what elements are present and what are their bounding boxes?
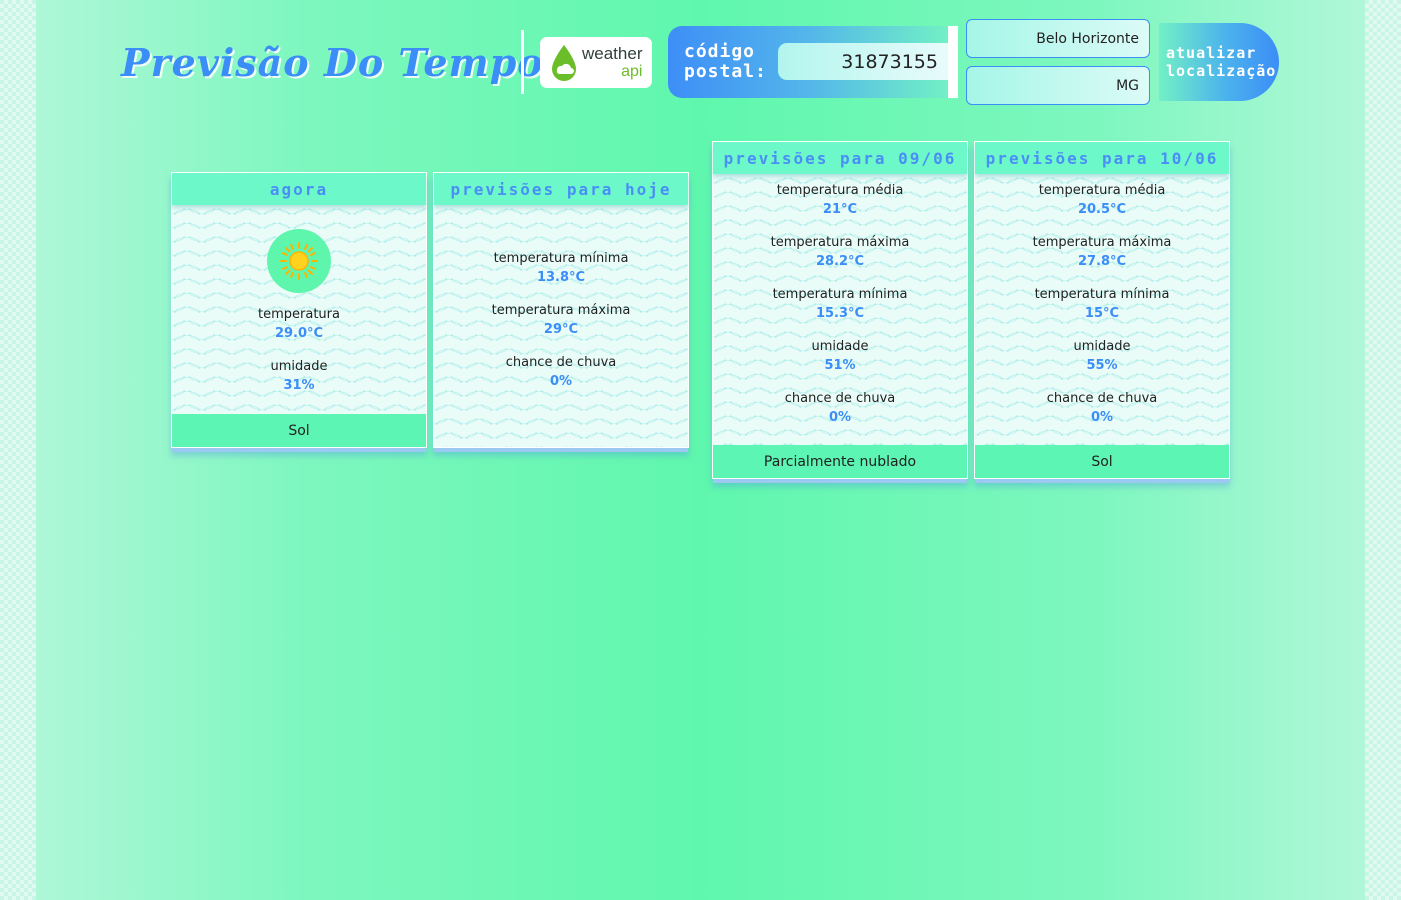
metric-humidity: umidade 31% <box>172 358 426 394</box>
logo-text-weather: weather <box>582 44 643 63</box>
metric-label: temperatura máxima <box>491 303 631 318</box>
weather-drop-icon <box>552 44 576 81</box>
metric-humidity: umidade 55% <box>975 338 1229 374</box>
metric-value: 0% <box>828 410 852 425</box>
postal-code-label-line2: postal: <box>684 61 767 82</box>
metric-value: 15.3°C <box>815 306 865 321</box>
card-day2-title: previsões para 10/06 <box>975 142 1229 174</box>
postal-code-label-line1: código <box>684 41 756 62</box>
update-location-label-line1: atualizar <box>1166 44 1257 62</box>
metric-value: 55% <box>1086 358 1118 373</box>
metric-value: 15°C <box>1084 306 1120 321</box>
sun-icon <box>280 242 318 280</box>
metric-label: temperatura mínima <box>772 287 908 302</box>
update-location-button[interactable]: atualizar localização <box>1159 23 1279 101</box>
metric-rain-chance: chance de chuva 0% <box>434 354 688 390</box>
card-forecast-day2: previsões para 10/06 temperatura média 2… <box>974 141 1230 479</box>
metric-label: temperatura máxima <box>1032 235 1172 250</box>
metric-temperature: temperatura 29.0°C <box>172 306 426 342</box>
metric-max-temperature: temperatura máxima 27.8°C <box>975 234 1229 270</box>
header: Previsão Do Tempo weather api código pos… <box>0 18 1401 108</box>
city-field[interactable] <box>966 19 1150 58</box>
metric-label: temperatura mínima <box>1034 287 1170 302</box>
metric-value: 28.2°C <box>815 254 865 269</box>
postal-code-box: código postal: <box>668 26 958 98</box>
metric-min-temperature: temperatura mínima 15°C <box>975 286 1229 322</box>
metric-label: temperatura máxima <box>770 235 910 250</box>
metric-value: 29°C <box>543 322 579 337</box>
metric-min-temperature: temperatura mínima 15.3°C <box>713 286 967 322</box>
metric-value: 20.5°C <box>1077 202 1127 217</box>
metric-value: 21°C <box>822 202 858 217</box>
background-pattern-left <box>0 0 36 900</box>
metric-value: 0% <box>549 374 573 389</box>
page-title: Previsão Do Tempo <box>121 40 544 85</box>
metric-avg-temperature: temperatura média 20.5°C <box>975 182 1229 218</box>
metric-humidity: umidade 51% <box>713 338 967 374</box>
state-field[interactable] <box>966 66 1150 105</box>
metric-label: chance de chuva <box>784 391 896 406</box>
metric-value: 13.8°C <box>536 270 586 285</box>
metric-label: temperatura média <box>776 183 904 198</box>
postal-code-input[interactable] <box>778 43 948 80</box>
metric-rain-chance: chance de chuva 0% <box>975 390 1229 426</box>
metric-label: chance de chuva <box>505 355 617 370</box>
metric-value: 27.8°C <box>1077 254 1127 269</box>
card-forecast-day1: previsões para 09/06 temperatura média 2… <box>712 141 968 479</box>
card-today: previsões para hoje temperatura mínima 1… <box>433 172 689 448</box>
metric-value: 29.0°C <box>274 326 324 341</box>
weather-icon-container <box>267 229 331 293</box>
metric-value: 31% <box>283 378 315 393</box>
metric-rain-chance: chance de chuva 0% <box>713 390 967 426</box>
metric-max-temperature: temperatura máxima 29°C <box>434 302 688 338</box>
card-now: agora temperatura 29.0°C umidade 31% Sol <box>171 172 427 448</box>
postal-code-label: código postal: <box>684 42 767 82</box>
metric-label: umidade <box>811 339 869 354</box>
card-now-title: agora <box>172 173 426 205</box>
metric-value: 0% <box>1090 410 1114 425</box>
logo-text-api: api <box>621 63 643 80</box>
weatherapi-logo[interactable]: weather api <box>540 37 652 88</box>
metric-label: temperatura média <box>1038 183 1166 198</box>
metric-value: 51% <box>824 358 856 373</box>
card-day2-condition: Sol <box>975 445 1229 478</box>
update-location-label-line2: localização <box>1166 62 1277 80</box>
metric-label: umidade <box>270 359 328 374</box>
card-today-title: previsões para hoje <box>434 173 688 205</box>
metric-label: temperatura <box>258 307 340 322</box>
card-day1-title: previsões para 09/06 <box>713 142 967 174</box>
metric-label: temperatura mínima <box>493 251 629 266</box>
metric-max-temperature: temperatura máxima 28.2°C <box>713 234 967 270</box>
metric-min-temperature: temperatura mínima 13.8°C <box>434 250 688 286</box>
title-divider <box>521 30 524 94</box>
background-pattern-right <box>1365 0 1401 900</box>
metric-avg-temperature: temperatura média 21°C <box>713 182 967 218</box>
card-now-condition: Sol <box>172 414 426 447</box>
metric-label: chance de chuva <box>1046 391 1158 406</box>
card-day1-condition: Parcialmente nublado <box>713 445 967 478</box>
metric-label: umidade <box>1073 339 1131 354</box>
